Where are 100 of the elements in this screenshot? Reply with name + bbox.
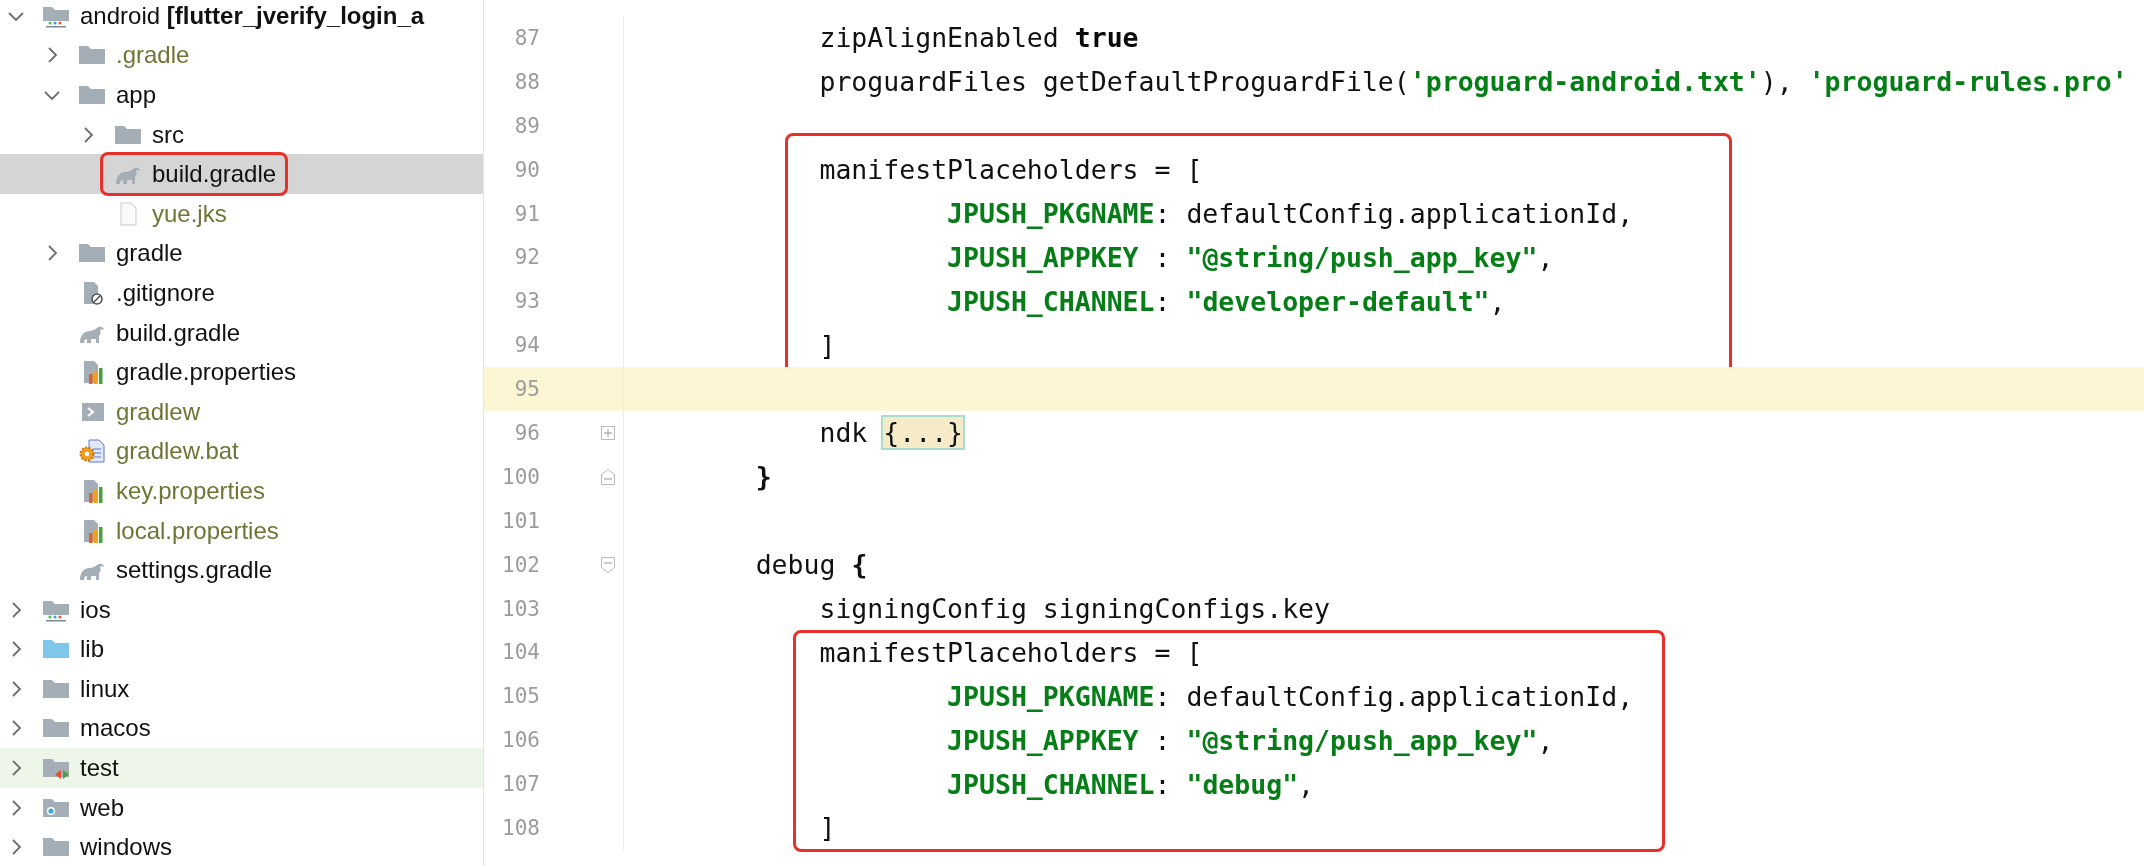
file-name: build.gradle [116,318,241,347]
tree-item[interactable]: test [0,748,483,788]
code-text: : defaultConfig.applicationId, [1154,198,1634,229]
brace-text: } [754,461,772,493]
line-number: 102 [501,552,540,577]
file-name: app [116,81,157,109]
file-name: build.gradle [152,160,277,189]
tree-item[interactable]: gradle [0,233,483,274]
tree-item[interactable]: gradlew [0,391,483,432]
file-name: test [80,754,119,783]
file-name: gradlew [116,397,201,426]
line-number: 88 [513,69,540,94]
file-name: windows [80,833,173,862]
code-text: , [1537,724,1554,756]
code-text: , [1537,241,1554,273]
code-text: proguardFiles getDefaultProguardFile( [818,66,1410,98]
line-number: 104 [501,640,540,665]
tree-item[interactable]: ios [0,589,483,630]
tree-item[interactable]: yue.jks [0,193,483,234]
file-name: linux [80,674,130,703]
tree-item[interactable]: web [0,787,483,828]
tree-item[interactable]: .gradle [0,35,483,76]
line-number: 91 [513,201,540,226]
tree-item[interactable]: settings.gradle [0,550,483,590]
folded-code[interactable]: {...} [883,417,964,449]
tree-item[interactable]: src [0,114,483,155]
map-key: JPUSH_CHANNEL [628,285,1155,317]
file-name: yue.jks [152,199,227,228]
file-name: android [flutter_jverify_login_a [80,1,425,30]
file-name: gradle [116,239,183,268]
line-number: 105 [501,684,540,709]
string-literal: "developer-default" [1186,285,1490,317]
line-number: 93 [513,289,540,314]
code-text: , [1298,768,1315,800]
file-name: key.properties [116,476,265,505]
tree-item[interactable]: key.properties [0,471,483,511]
line-number: 87 [513,25,540,50]
file-name: web [80,793,125,822]
tree-item[interactable]: lib [0,629,483,670]
file-name: local.properties [116,516,279,545]
code-text: ] [818,812,836,844]
file-name: settings.gradle [116,556,273,585]
file-name: src [152,120,184,149]
tree-item[interactable]: app [0,75,483,115]
code-text: : [1154,285,1172,317]
code-text: : [1154,768,1172,800]
file-name: lib [80,635,104,664]
code-text: signingConfig signingConfigs.key [818,593,1330,624]
string-literal: 'proguard-rules.pro' [1808,66,2128,98]
code-text: : defaultConfig.applicationId, [1154,680,1634,712]
code-text: : [1153,724,1172,756]
folder-icon [78,83,106,107]
line-number: 90 [513,157,540,182]
tree-item[interactable]: gradle.properties [0,352,483,392]
tree-item[interactable]: android [flutter_jverify_login_a [0,0,483,36]
tree-item[interactable]: build.gradle [0,312,483,353]
code-text: , [1489,285,1506,317]
code-text: ] [818,329,836,361]
file-name: .gitignore [116,278,215,307]
line-number: 92 [513,245,540,270]
test-folder-icon [42,756,70,781]
string-literal: "@string/push_app_key" [1186,241,1538,273]
line-number: 101 [501,508,540,533]
line-number: 100 [501,464,540,489]
code-text: manifestPlaceholders = [ [818,636,1203,668]
tree-item[interactable]: gradlew.bat [0,431,483,472]
string-literal: "@string/push_app_key" [1186,724,1538,756]
code-text: zipAlignEnabled [818,22,1060,54]
tree-item[interactable]: macos [0,708,483,749]
code-text: debug [754,549,837,581]
line-number: 94 [513,333,540,358]
line-number: 103 [501,596,540,621]
string-literal: "debug" [1186,768,1299,800]
map-key: JPUSH_APPKEY [628,724,1139,756]
line-number: 95 [513,377,540,402]
file-name: ios [80,595,111,624]
map-key: JPUSH_APPKEY [628,241,1139,273]
batch-file-icon [78,439,106,464]
file-name: gradle.properties [116,358,297,387]
map-key: JPUSH_PKGNAME [628,198,1155,229]
line-number: 107 [501,772,540,797]
file-name: gradlew.bat [116,437,239,466]
line-number: 89 [513,113,540,138]
string-literal: 'proguard-android.txt' [1409,66,1761,98]
map-key: JPUSH_CHANNEL [628,768,1155,800]
line-number: 108 [501,815,540,840]
tree-item[interactable]: windows [0,827,483,866]
code-text: ), [1760,66,1794,98]
line-number: 106 [501,728,540,753]
tree-item[interactable]: local.properties [0,510,483,551]
file-name: .gradle [116,41,190,70]
brace-text: { [851,549,868,581]
map-key: JPUSH_PKGNAME [628,680,1155,712]
line-number: 96 [513,420,540,445]
keyword-text: true [1074,22,1139,54]
tree-item[interactable]: linux [0,669,483,709]
code-text: ndk [818,417,869,449]
tree-item[interactable]: .gitignore [0,273,483,313]
file-name: macos [80,714,151,743]
tree-item[interactable]: build.gradle [0,154,483,194]
